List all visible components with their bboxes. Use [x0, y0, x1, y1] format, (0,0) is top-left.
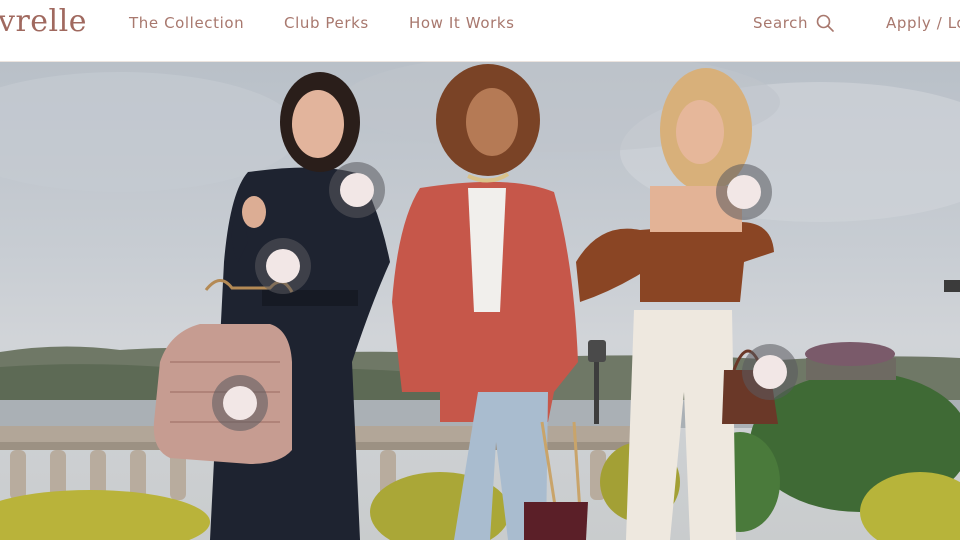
nav-club-perks[interactable]: Club Perks	[284, 14, 369, 32]
site-header: vrelle The Collection Club Perks How It …	[0, 0, 960, 62]
hotspot-black-dress-belt[interactable]	[255, 238, 311, 294]
hotspot-black-dress[interactable]	[329, 162, 385, 218]
search-label: Search	[753, 14, 809, 32]
hotspot-dot	[223, 386, 257, 420]
hotspot-dot	[340, 173, 374, 207]
hotspot-brown-handbag[interactable]	[742, 344, 798, 400]
nav-the-collection[interactable]: The Collection	[129, 14, 244, 32]
hotspot-dot	[753, 355, 787, 389]
hotspot-quilted-bag[interactable]	[212, 375, 268, 431]
search-button[interactable]: Search	[753, 14, 834, 32]
apply-login-link[interactable]: Apply / Lo	[886, 14, 960, 32]
hotspot-dot	[727, 175, 761, 209]
search-icon	[816, 14, 834, 32]
nav-how-it-works[interactable]: How It Works	[409, 14, 515, 32]
hotspot-rust-top[interactable]	[716, 164, 772, 220]
hero-photo-scene	[0, 62, 960, 540]
brand-logo[interactable]: vrelle	[0, 4, 87, 39]
hotspot-dot	[266, 249, 300, 283]
hero-image	[0, 62, 960, 540]
